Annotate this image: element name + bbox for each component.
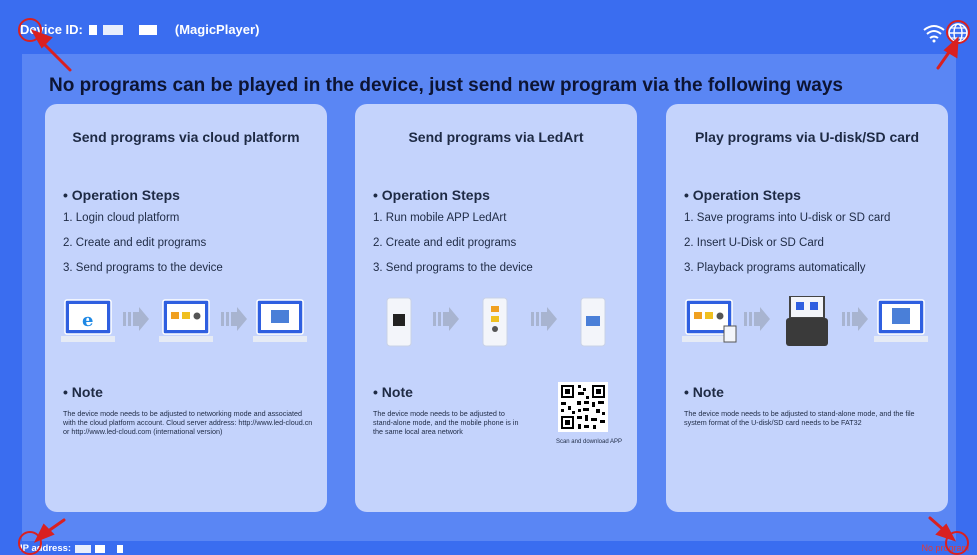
step-item: 2. Insert U-Disk or SD Card bbox=[684, 237, 824, 249]
steps-heading: • Operation Steps bbox=[373, 187, 490, 203]
step-item: 3. Send programs to the device bbox=[373, 262, 533, 274]
note-text: The device mode needs to be adjusted to … bbox=[63, 409, 313, 436]
annotation-circle bbox=[945, 531, 969, 555]
card-ledart: Send programs via LedArt • Operation Ste… bbox=[355, 104, 637, 512]
arrow-icon bbox=[531, 307, 557, 331]
redacted-block bbox=[75, 544, 92, 553]
arrow-icon bbox=[842, 307, 868, 331]
annotation-circle bbox=[18, 531, 42, 555]
phone-app-icon bbox=[386, 297, 412, 347]
phone-editor-icon bbox=[482, 297, 508, 347]
cloud-workflow-illustration: e bbox=[61, 299, 307, 342]
card-udisk-sd: Play programs via U-disk/SD card • Opera… bbox=[666, 104, 948, 512]
step-item: 2. Create and edit programs bbox=[373, 237, 517, 249]
player-name: (MagicPlayer) bbox=[174, 22, 260, 37]
arrow-icon bbox=[123, 307, 149, 331]
card-cloud-platform: Send programs via cloud platform • Opera… bbox=[45, 104, 327, 512]
step-item: 1. Run mobile APP LedArt bbox=[373, 212, 507, 224]
arrow-icon bbox=[744, 307, 770, 331]
note-heading: • Note bbox=[373, 384, 413, 400]
note-heading: • Note bbox=[684, 384, 724, 400]
redacted-block bbox=[117, 544, 124, 553]
udisk-workflow-illustration bbox=[682, 296, 928, 346]
svg-text:e: e bbox=[82, 310, 93, 331]
redacted-block bbox=[102, 24, 123, 35]
wifi-icon bbox=[923, 25, 945, 43]
card-title: Play programs via U-disk/SD card bbox=[694, 129, 920, 145]
qr-code-icon bbox=[558, 382, 608, 432]
headline: No programs can be played in the device,… bbox=[49, 75, 843, 96]
redacted-block bbox=[95, 544, 106, 553]
bottom-bar: IP address: No program bbox=[0, 541, 977, 555]
redacted-block bbox=[138, 24, 157, 35]
browser-monitor-icon: e bbox=[61, 299, 115, 342]
annotation-circle bbox=[18, 18, 42, 42]
arrow-icon bbox=[433, 307, 459, 331]
note-text: The device mode needs to be adjusted to … bbox=[373, 409, 519, 436]
usb-drive-icon bbox=[786, 296, 828, 346]
note-heading: • Note bbox=[63, 384, 103, 400]
step-item: 3. Playback programs automatically bbox=[684, 262, 866, 274]
device-monitor-icon bbox=[253, 299, 307, 342]
phone-send-icon bbox=[580, 297, 606, 347]
editor-monitor-icon bbox=[159, 299, 213, 342]
steps-heading: • Operation Steps bbox=[684, 187, 801, 203]
steps-heading: • Operation Steps bbox=[63, 187, 180, 203]
card-title: Send programs via cloud platform bbox=[72, 129, 300, 145]
card-title: Send programs via LedArt bbox=[408, 129, 584, 145]
redacted-block bbox=[88, 24, 97, 35]
step-item: 1. Login cloud platform bbox=[63, 212, 180, 224]
device-id: Device ID: (MagicPlayer) bbox=[20, 22, 259, 37]
note-text: The device mode needs to be adjusted to … bbox=[684, 409, 915, 427]
top-bar: Device ID: (MagicPlayer) bbox=[0, 0, 977, 52]
step-item: 1. Save programs into U-disk or SD card bbox=[684, 212, 891, 224]
step-item: 2. Create and edit programs bbox=[63, 237, 207, 249]
computer-usb-icon bbox=[682, 299, 737, 343]
arrow-icon bbox=[221, 307, 247, 331]
step-item: 3. Send programs to the device bbox=[63, 262, 223, 274]
qr-caption: Scan and download APP bbox=[555, 439, 623, 445]
ledart-workflow-illustration bbox=[386, 297, 606, 347]
annotation-circle bbox=[946, 20, 970, 44]
playback-monitor-icon bbox=[874, 299, 928, 342]
